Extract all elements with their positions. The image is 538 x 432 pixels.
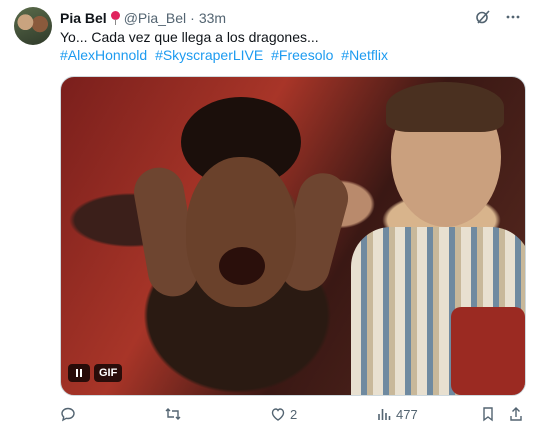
gif-frame-seat (451, 307, 525, 395)
hashtag-link[interactable]: #Netflix (341, 47, 388, 63)
retweet-button[interactable] (164, 404, 186, 424)
tweet-top-actions (474, 8, 522, 26)
pause-icon[interactable] (68, 364, 90, 382)
heart-icon (271, 408, 285, 421)
grok-icon[interactable] (474, 8, 492, 26)
tweet-text: Yo... Cada vez que llega a los dragones.… (60, 29, 319, 45)
hashtag-link[interactable]: #Freesolo (271, 47, 333, 63)
views-count: 477 (396, 406, 418, 422)
retweet-icon (165, 408, 181, 420)
gif-badge: GIF (94, 364, 123, 382)
like-button[interactable]: 2 (270, 404, 297, 424)
hashtag-link[interactable]: #AlexHonnold (60, 47, 147, 63)
bookmark-icon (483, 407, 493, 422)
more-icon[interactable] (504, 8, 522, 26)
share-button[interactable] (508, 404, 524, 424)
avatar[interactable] (14, 7, 52, 45)
tweet[interactable]: Pia Bel @Pia_Bel · 33m Yo... Cada vez qu… (0, 0, 538, 432)
tweet-header: Pia Bel @Pia_Bel · 33m (60, 9, 226, 27)
share-icon (510, 407, 522, 421)
views-icon (378, 409, 391, 420)
author-name[interactable]: Pia Bel (60, 10, 107, 26)
gif-frame-figure (219, 247, 265, 285)
hashtag-link[interactable]: #SkyscraperLIVE (155, 47, 263, 63)
separator: · (190, 10, 195, 26)
gif-media[interactable] (60, 76, 526, 396)
gif-controls: GIF (68, 364, 123, 382)
author-handle[interactable]: @Pia_Bel (124, 10, 186, 26)
tweet-actions: 2 477 (60, 404, 530, 424)
reply-icon (61, 407, 75, 422)
like-count: 2 (290, 406, 298, 422)
timestamp[interactable]: 33m (199, 10, 226, 26)
gif-frame-figure (386, 82, 504, 132)
reply-button[interactable] (60, 404, 80, 424)
pin-emoji-icon (110, 11, 120, 25)
hashtag-list: #AlexHonnold #SkyscraperLIVE #Freesolo #… (60, 46, 392, 65)
views-button[interactable]: 477 (376, 404, 418, 424)
bookmark-button[interactable] (480, 404, 496, 424)
